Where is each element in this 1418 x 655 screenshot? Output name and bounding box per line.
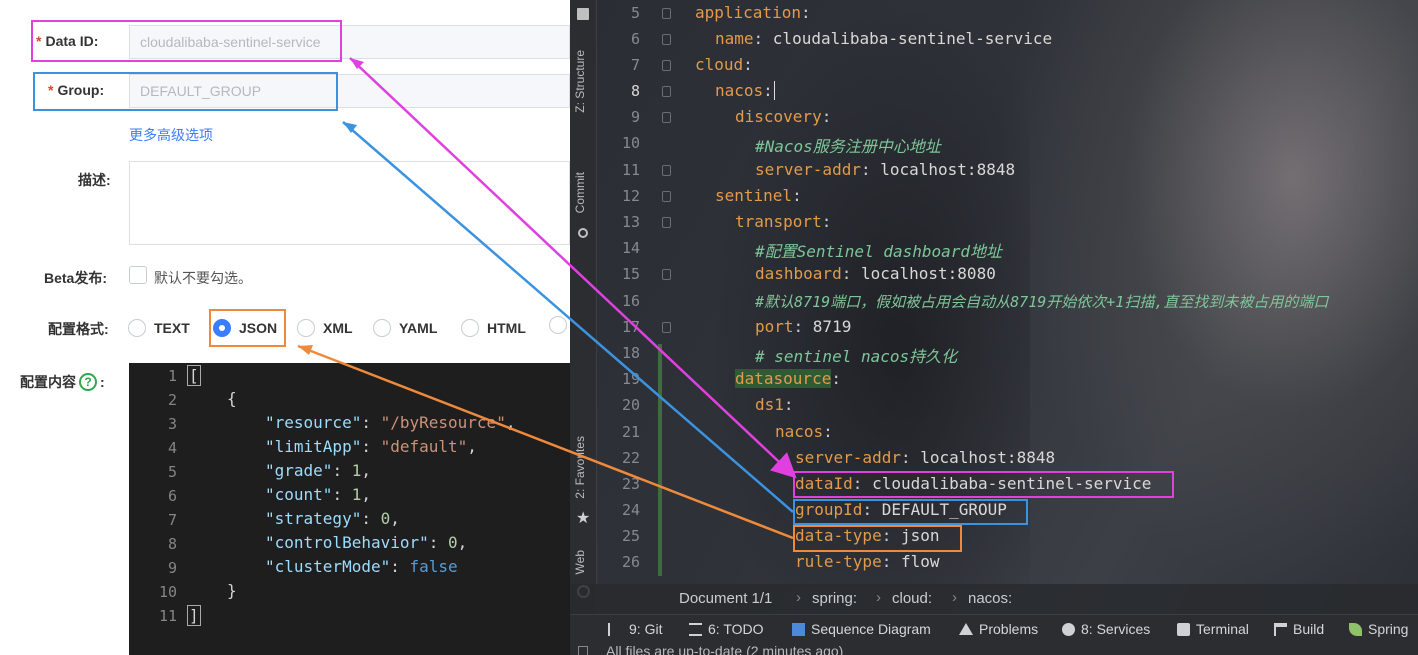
magenta-arrow — [349, 57, 797, 479]
connector-arrows — [297, 57, 797, 540]
orange-arrowhead — [298, 345, 313, 355]
magenta-arrowhead — [350, 58, 364, 69]
orange-arrow — [297, 344, 794, 540]
blue-arrow — [342, 121, 794, 513]
